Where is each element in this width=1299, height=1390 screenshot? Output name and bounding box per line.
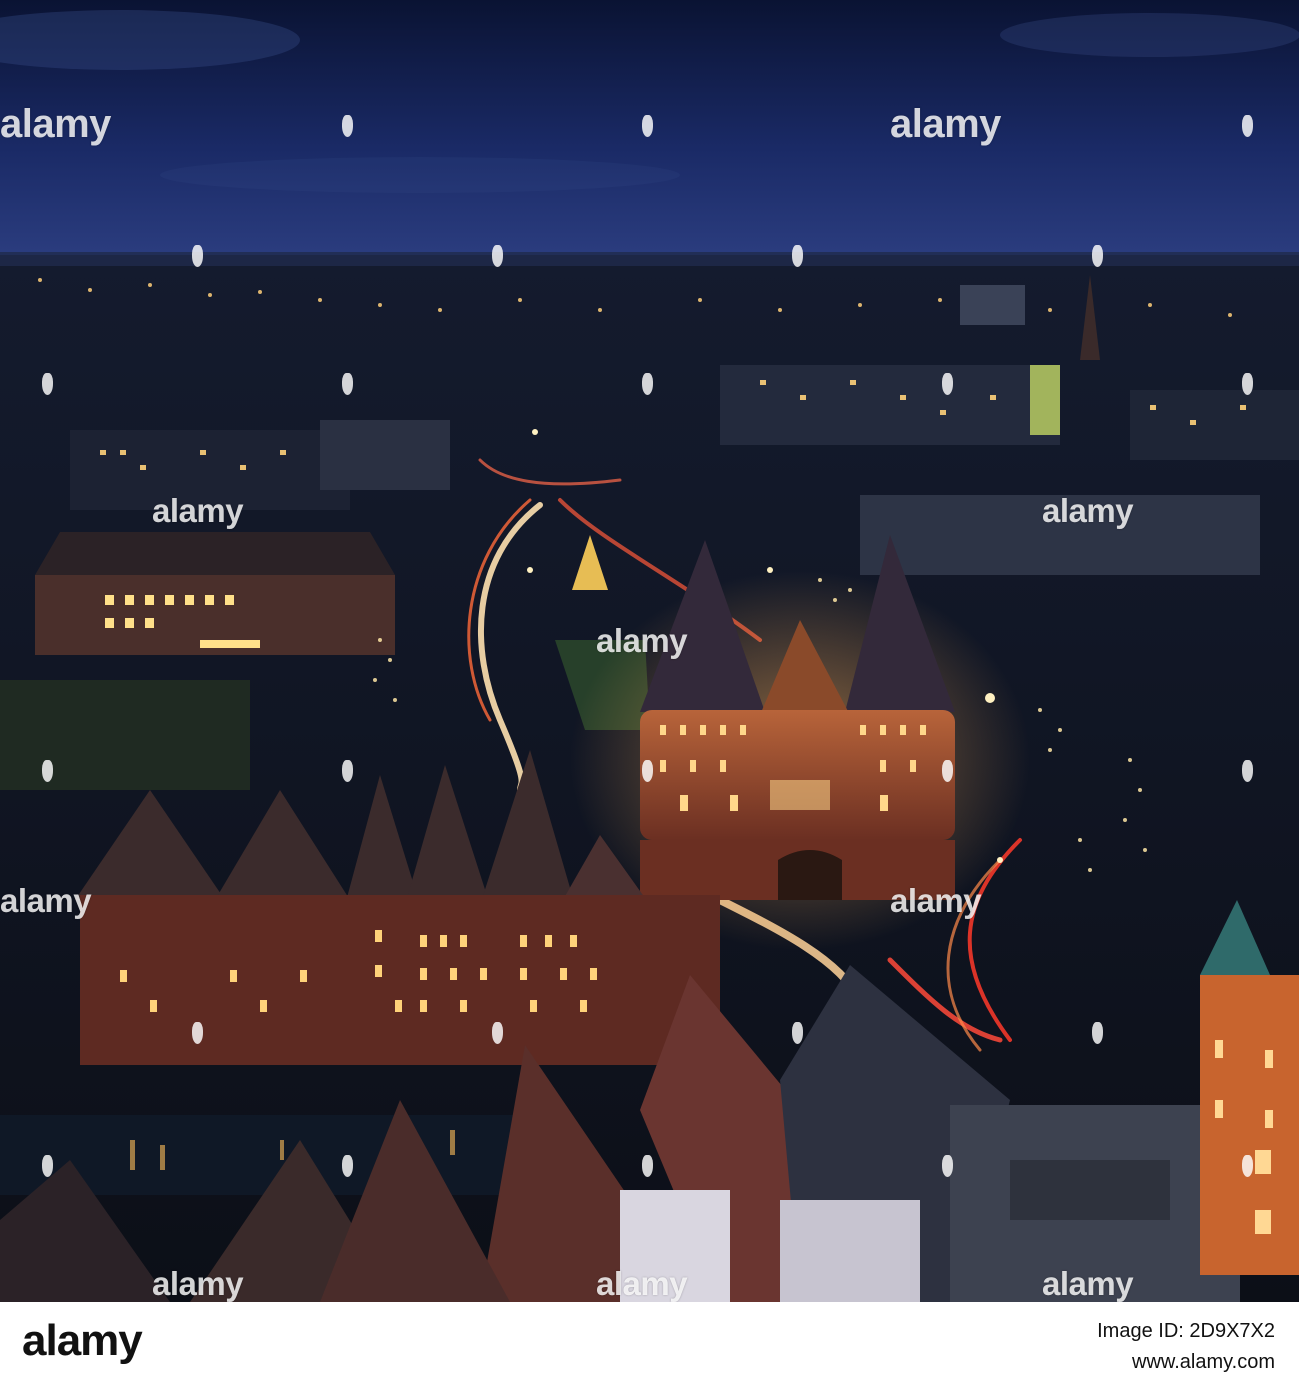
image-id: Image ID: 2D9X7X2 [1097,1320,1275,1342]
alamy-logo[interactable]: alamy [22,1316,143,1366]
watermark-dot [1092,245,1103,267]
watermark-dot [192,245,203,267]
watermark-dot [342,373,353,395]
watermark-dot [792,245,803,267]
left-office-building [35,532,395,655]
watermark-dot [492,1022,503,1044]
watermark-dot [342,1155,353,1177]
watermark-dot [942,760,953,782]
image-info: Image ID: 2D9X7X2 www.alamy.com [1097,1316,1275,1378]
night-city-photo: alamy alamy alamy alamy alamy alamy alam… [0,0,1299,1302]
watermark-dot [1242,373,1253,395]
watermark-dot [1242,760,1253,782]
city-scene-illustration [0,0,1299,1302]
watermark-dot [42,373,53,395]
watermark-dot [942,1155,953,1177]
footer-bar: alamy Image ID: 2D9X7X2 www.alamy.com [0,1302,1299,1390]
watermark-dot [1242,1155,1253,1177]
watermark-dot [342,760,353,782]
watermark-dot [342,115,353,137]
watermark-dot [642,115,653,137]
watermark-dot [1242,115,1253,137]
watermark-dot [42,1155,53,1177]
watermark-dot [642,1155,653,1177]
site-url[interactable]: www.alamy.com [1097,1347,1275,1378]
stock-photo-page: alamy alamy alamy alamy alamy alamy alam… [0,0,1299,1390]
watermark-dot [192,1022,203,1044]
watermark-dot [642,760,653,782]
watermark-dot [42,760,53,782]
watermark-dot [492,245,503,267]
watermark-dot [792,1022,803,1044]
watermark-dot [942,373,953,395]
watermark-dot [642,373,653,395]
watermark-dot [1092,1022,1103,1044]
